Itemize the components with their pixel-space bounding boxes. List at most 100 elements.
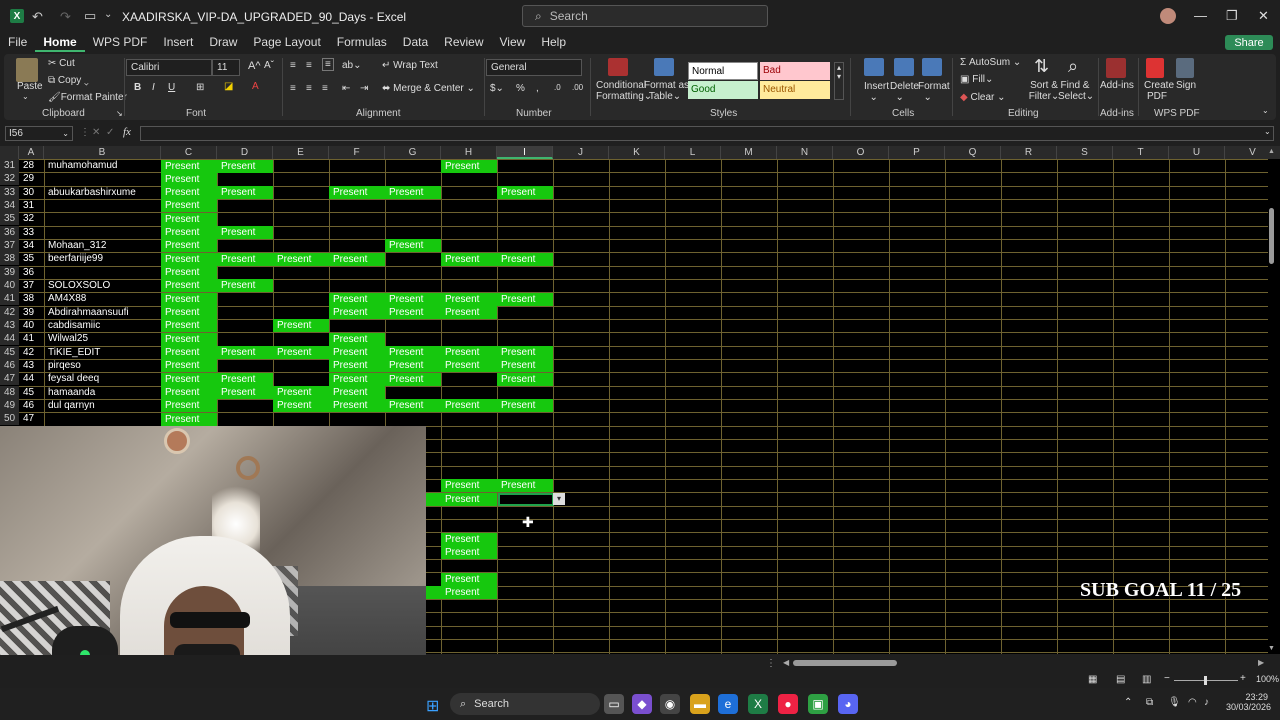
percent-icon[interactable]: % bbox=[516, 83, 525, 94]
cell-present[interactable]: Present bbox=[161, 266, 217, 280]
cell-present[interactable]: Present bbox=[329, 292, 385, 306]
app-icon[interactable]: ▣ bbox=[808, 694, 828, 714]
cell-username[interactable]: feysal deeq bbox=[44, 372, 161, 385]
cell-number[interactable]: 36 bbox=[19, 266, 44, 279]
paste-dropdown-icon[interactable]: ⌄ bbox=[22, 92, 29, 101]
column-header-b[interactable]: B bbox=[44, 146, 161, 159]
cell-present[interactable]: Present bbox=[161, 399, 217, 413]
styles-more-icon[interactable]: ▴ ▾ bbox=[834, 62, 844, 100]
column-header-u[interactable]: U bbox=[1169, 146, 1225, 159]
cell-present[interactable]: Present bbox=[161, 346, 217, 360]
row-header[interactable]: 44 bbox=[0, 332, 19, 346]
page-break-view-icon[interactable]: ▥ bbox=[1142, 674, 1151, 685]
collapse-ribbon-icon[interactable]: ⌄ bbox=[1262, 106, 1269, 115]
cell-present[interactable]: Present bbox=[329, 359, 385, 373]
customize-toolbar-icon[interactable]: ⌄ bbox=[104, 9, 112, 20]
cell-present[interactable]: Present bbox=[273, 319, 329, 333]
file-explorer-icon[interactable]: ▬ bbox=[690, 694, 710, 714]
cell-present[interactable]: Present bbox=[217, 159, 273, 173]
cell-number[interactable]: 31 bbox=[19, 199, 44, 212]
conditional-formatting-button[interactable]: Conditional Formatting⌄ bbox=[596, 80, 652, 102]
cell-present[interactable]: Present bbox=[329, 332, 385, 346]
cell-present[interactable]: Present bbox=[161, 159, 217, 173]
select-all-corner[interactable] bbox=[0, 146, 19, 159]
cell-present[interactable]: Present bbox=[161, 199, 217, 213]
cell-number[interactable]: 39 bbox=[19, 306, 44, 319]
cell-username[interactable]: AM4X88 bbox=[44, 292, 161, 305]
cell-present[interactable]: Present bbox=[441, 492, 497, 506]
menu-wps-pdf[interactable]: WPS PDF bbox=[85, 32, 156, 52]
column-header-m[interactable]: M bbox=[721, 146, 777, 159]
cell-present[interactable]: Present bbox=[161, 412, 217, 426]
cell-number[interactable]: 41 bbox=[19, 332, 44, 345]
vertical-scroll-thumb[interactable] bbox=[1269, 208, 1274, 264]
cell-present[interactable]: Present bbox=[497, 252, 553, 266]
cell-present[interactable]: Present bbox=[497, 479, 553, 493]
menu-view[interactable]: View bbox=[492, 32, 534, 52]
cell-present[interactable]: Present bbox=[497, 372, 553, 386]
cell-present[interactable]: Present bbox=[441, 292, 497, 306]
delete-cells-button[interactable]: Delete ⌄ bbox=[890, 81, 919, 103]
row-header[interactable]: 37 bbox=[0, 238, 19, 252]
row-header[interactable]: 34 bbox=[0, 198, 19, 212]
cell-number[interactable]: 37 bbox=[19, 279, 44, 292]
cell-present[interactable]: Present bbox=[161, 186, 217, 200]
column-header-r[interactable]: R bbox=[1001, 146, 1057, 159]
align-top-icon[interactable]: ≡ bbox=[290, 60, 296, 71]
cell-present[interactable]: Present bbox=[273, 386, 329, 400]
cell-username[interactable]: Abdirahmaansuufi bbox=[44, 306, 161, 319]
cell-number[interactable]: 47 bbox=[19, 412, 44, 425]
row-header[interactable]: 41 bbox=[0, 292, 19, 306]
cell-dropdown-icon[interactable]: ▾ bbox=[553, 493, 565, 505]
increase-indent-icon[interactable]: ⇥ bbox=[360, 83, 368, 94]
expand-formula-icon[interactable]: ⌄ bbox=[1264, 127, 1271, 136]
fill-button[interactable]: ▣ Fill⌄ bbox=[960, 74, 993, 85]
cell-present[interactable]: Present bbox=[329, 306, 385, 320]
menu-insert[interactable]: Insert bbox=[155, 32, 201, 52]
windows-start-icon[interactable]: ⊞ bbox=[426, 696, 439, 716]
cell-present[interactable]: Present bbox=[217, 186, 273, 200]
increase-decimal-icon[interactable]: .0 bbox=[554, 83, 561, 92]
style-bad[interactable]: Bad bbox=[760, 62, 830, 80]
cell-number[interactable]: 33 bbox=[19, 226, 44, 239]
page-layout-view-icon[interactable]: ▤ bbox=[1116, 674, 1125, 685]
row-header[interactable]: 42 bbox=[0, 305, 19, 319]
column-header-t[interactable]: T bbox=[1113, 146, 1169, 159]
cell-present[interactable]: Present bbox=[385, 372, 441, 386]
autosum-button[interactable]: Σ AutoSum ⌄ bbox=[960, 57, 1021, 68]
row-header[interactable]: 32 bbox=[0, 172, 19, 186]
cell-present[interactable]: Present bbox=[385, 306, 441, 320]
cell-present[interactable]: Present bbox=[329, 386, 385, 400]
row-header[interactable]: 47 bbox=[0, 372, 19, 386]
discord-icon[interactable]: ◕ bbox=[838, 694, 858, 714]
cell-present[interactable]: Present bbox=[161, 319, 217, 333]
insert-function-icon[interactable]: fx bbox=[123, 126, 131, 138]
column-header-f[interactable]: F bbox=[329, 146, 385, 159]
cell-username[interactable] bbox=[44, 172, 161, 185]
column-header-l[interactable]: L bbox=[665, 146, 721, 159]
sign-button[interactable]: Sign bbox=[1176, 80, 1196, 91]
sort-filter-button[interactable]: Sort & Filter⌄ bbox=[1028, 80, 1060, 102]
row-header[interactable]: 45 bbox=[0, 345, 19, 359]
cut-button[interactable]: ✂ Cut bbox=[48, 58, 75, 69]
cell-username[interactable]: abuukarbashirxume bbox=[44, 186, 161, 199]
cell-present[interactable]: Present bbox=[217, 386, 273, 400]
menu-review[interactable]: Review bbox=[436, 32, 491, 52]
cell-present[interactable]: Present bbox=[161, 226, 217, 240]
style-good[interactable]: Good bbox=[688, 81, 758, 99]
cell-present[interactable]: Present bbox=[329, 186, 385, 200]
steam-icon[interactable]: ◉ bbox=[660, 694, 680, 714]
row-header[interactable]: 49 bbox=[0, 398, 19, 412]
cell-present[interactable]: Present bbox=[161, 172, 217, 186]
cell-present[interactable]: Present bbox=[497, 186, 553, 200]
cell-number[interactable]: 46 bbox=[19, 399, 44, 412]
active-cell[interactable] bbox=[498, 493, 554, 506]
cell-username[interactable]: dul qarnyn bbox=[44, 399, 161, 412]
cell-present[interactable]: Present bbox=[161, 306, 217, 320]
cell-username[interactable]: muhamohamud bbox=[44, 159, 161, 172]
cell-present[interactable]: Present bbox=[441, 586, 497, 600]
cell-present[interactable]: Present bbox=[161, 386, 217, 400]
microphone-icon[interactable]: 🎙 bbox=[1168, 697, 1181, 708]
task-view-icon[interactable]: ▭ bbox=[604, 694, 624, 714]
cell-present-partial[interactable] bbox=[426, 492, 441, 506]
